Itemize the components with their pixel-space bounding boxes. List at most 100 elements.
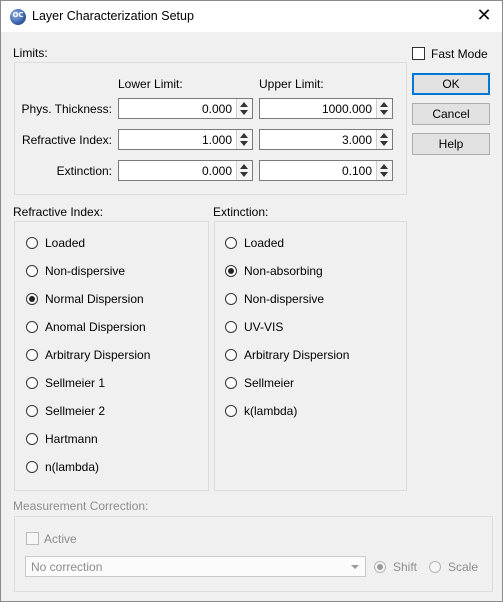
radio-button[interactable] <box>26 237 38 249</box>
extinction-option-arbitrary-dispersion[interactable]: Arbitrary Dispersion <box>225 348 395 364</box>
radio-label: Non-absorbing <box>244 264 323 278</box>
app-logo-icon: OC <box>10 9 26 25</box>
spin-arrows[interactable] <box>376 130 392 149</box>
spin-value: 0.000 <box>201 164 232 178</box>
arrow-down-icon[interactable] <box>240 172 248 177</box>
shift-label: Shift <box>393 560 418 574</box>
close-icon[interactable]: ✕ <box>471 5 497 27</box>
active-checkbox[interactable] <box>26 532 39 545</box>
radio-button[interactable] <box>225 377 237 389</box>
arrow-down-icon[interactable] <box>380 141 388 146</box>
refractive-index-option-hartmann[interactable]: Hartmann <box>26 432 196 448</box>
radio-button[interactable] <box>225 349 237 361</box>
spin-arrows[interactable] <box>376 161 392 180</box>
radio-label: Non-dispersive <box>244 292 325 306</box>
phys-thickness-upper-spinbox[interactable]: 1000.000 <box>259 98 393 119</box>
radio-button[interactable] <box>26 377 38 389</box>
limits-label: Limits: <box>13 46 48 60</box>
extinction-option-non-absorbing[interactable]: Non-absorbing <box>225 264 395 280</box>
radio-button[interactable] <box>225 321 237 333</box>
refractive-index-limit-label: Refractive Index: <box>21 133 112 147</box>
arrow-down-icon[interactable] <box>240 110 248 115</box>
refractive-index-option-sellmeier-2[interactable]: Sellmeier 2 <box>26 404 196 420</box>
refractive-index-option-anomal-dispersion[interactable]: Anomal Dispersion <box>26 320 196 336</box>
refractive-index-option-sellmeier-1[interactable]: Sellmeier 1 <box>26 376 196 392</box>
radio-button[interactable] <box>26 265 38 277</box>
radio-label: Arbitrary Dispersion <box>244 348 350 362</box>
radio-label: Sellmeier 2 <box>45 404 106 418</box>
spin-arrows[interactable] <box>376 99 392 118</box>
radio-button[interactable] <box>374 561 386 573</box>
radio-button[interactable] <box>26 349 38 361</box>
arrow-up-icon[interactable] <box>380 133 388 138</box>
title-bar: OC Layer Characterization Setup ✕ <box>1 1 502 32</box>
extinction-option-loaded[interactable]: Loaded <box>225 236 395 252</box>
chevron-down-icon[interactable] <box>351 565 359 569</box>
extinction-limit-label: Extinction: <box>56 164 112 178</box>
arrow-up-icon[interactable] <box>380 164 388 169</box>
phys-thickness-lower-spinbox[interactable]: 0.000 <box>118 98 253 119</box>
arrow-down-icon[interactable] <box>240 141 248 146</box>
spin-value: 1.000 <box>201 133 232 147</box>
refractive-index-option-normal-dispersion[interactable]: Normal Dispersion <box>26 292 196 308</box>
spin-value: 1000.000 <box>321 102 372 116</box>
active-label: Active <box>44 532 77 546</box>
refractive-index-option-n-lambda[interactable]: n(lambda) <box>26 460 196 476</box>
extinction-option-sellmeier[interactable]: Sellmeier <box>225 376 395 392</box>
radio-button[interactable] <box>429 561 441 573</box>
extinction-upper-spinbox[interactable]: 0.100 <box>259 160 393 181</box>
arrow-down-icon[interactable] <box>380 172 388 177</box>
spin-arrows[interactable] <box>236 130 252 149</box>
arrow-up-icon[interactable] <box>380 102 388 107</box>
extinction-option-k-lambda[interactable]: k(lambda) <box>225 404 395 420</box>
extinction-lower-spinbox[interactable]: 0.000 <box>118 160 253 181</box>
extinction-option-non-dispersive[interactable]: Non-dispersive <box>225 292 395 308</box>
radio-label: Loaded <box>45 236 86 250</box>
ok-button[interactable]: OK <box>412 73 490 95</box>
radio-button[interactable] <box>26 433 38 445</box>
arrow-up-icon[interactable] <box>240 133 248 138</box>
radio-button[interactable] <box>26 405 38 417</box>
radio-button[interactable] <box>225 293 237 305</box>
measurement-correction-label: Measurement Correction: <box>13 499 149 513</box>
arrow-down-icon[interactable] <box>380 110 388 115</box>
radio-button[interactable] <box>26 461 38 473</box>
scale-radio[interactable]: Scale <box>429 560 489 576</box>
extinction-section-label: Extinction: <box>213 205 269 219</box>
help-button[interactable]: Help <box>412 133 490 155</box>
shift-radio[interactable]: Shift <box>374 560 434 576</box>
refractive-index-section-label: Refractive Index: <box>13 205 104 219</box>
refractive-index-option-non-dispersive[interactable]: Non-dispersive <box>26 264 196 280</box>
spin-value: 3.000 <box>341 133 372 147</box>
radio-button[interactable] <box>225 265 237 277</box>
lower-limit-header: Lower Limit: <box>118 77 183 91</box>
correction-dropdown[interactable]: No correction <box>25 556 366 577</box>
fast-mode-label[interactable]: Fast Mode <box>431 47 488 61</box>
refractive-index-upper-spinbox[interactable]: 3.000 <box>259 129 393 150</box>
refractive-index-lower-spinbox[interactable]: 1.000 <box>118 129 253 150</box>
dialog-window: OC Layer Characterization Setup ✕ Limits… <box>0 0 503 602</box>
arrow-up-icon[interactable] <box>240 164 248 169</box>
radio-label: Loaded <box>244 236 285 250</box>
spin-value: 0.100 <box>341 164 372 178</box>
fast-mode-checkbox[interactable] <box>412 47 425 60</box>
radio-button[interactable] <box>225 405 237 417</box>
refractive-index-option-arbitrary-dispersion[interactable]: Arbitrary Dispersion <box>26 348 196 364</box>
radio-button[interactable] <box>26 293 38 305</box>
spin-value: 0.000 <box>201 102 232 116</box>
arrow-up-icon[interactable] <box>240 102 248 107</box>
radio-label: Sellmeier <box>244 376 295 390</box>
extinction-option-uv-vis[interactable]: UV-VIS <box>225 320 395 336</box>
radio-label: Arbitrary Dispersion <box>45 348 151 362</box>
phys-thickness-label: Phys. Thickness: <box>21 102 112 116</box>
radio-label: UV-VIS <box>244 320 284 334</box>
upper-limit-header: Upper Limit: <box>259 77 324 91</box>
scale-label: Scale <box>448 560 479 574</box>
radio-label: Non-dispersive <box>45 264 126 278</box>
cancel-button[interactable]: Cancel <box>412 103 490 125</box>
spin-arrows[interactable] <box>236 161 252 180</box>
radio-button[interactable] <box>225 237 237 249</box>
spin-arrows[interactable] <box>236 99 252 118</box>
refractive-index-option-loaded[interactable]: Loaded <box>26 236 196 252</box>
radio-button[interactable] <box>26 321 38 333</box>
